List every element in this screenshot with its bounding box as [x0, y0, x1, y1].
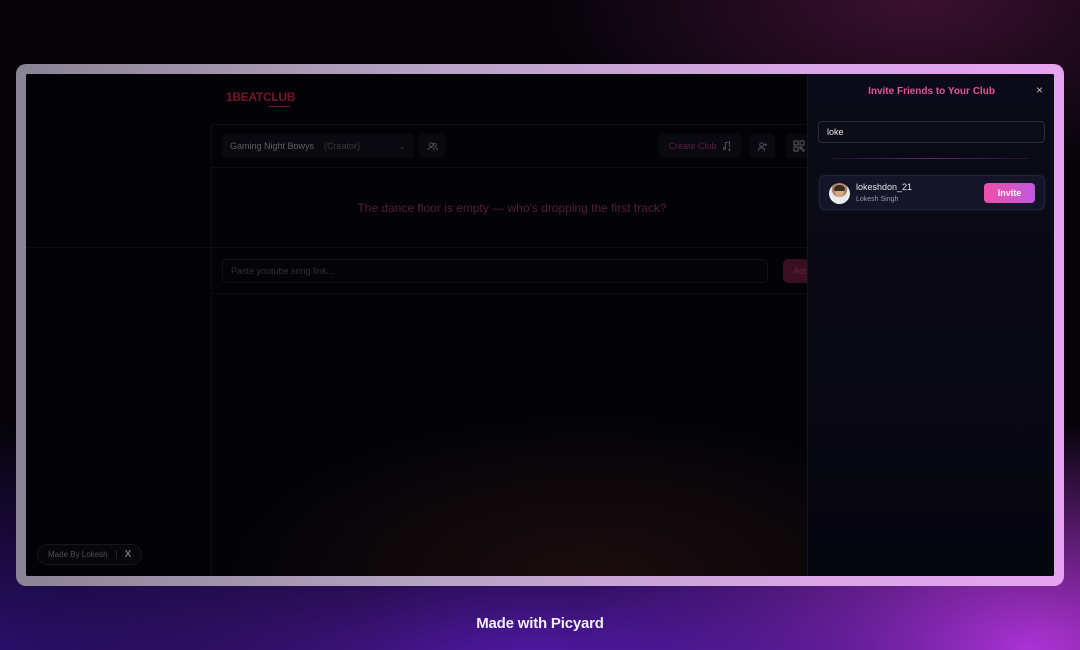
- search-result-item: lokeshdon_21 Lokesh Singh Invite: [819, 175, 1045, 210]
- picyard-watermark: Made with Picyard: [476, 615, 604, 632]
- avatar: [829, 183, 850, 204]
- invite-button[interactable]: Invite: [984, 183, 1035, 203]
- close-icon[interactable]: ×: [1036, 83, 1043, 97]
- avatar-hair: [834, 185, 845, 191]
- panel-title: Invite Friends to Your Club: [868, 86, 995, 97]
- result-username: lokeshdon_21: [856, 182, 913, 192]
- result-full-name: Lokesh Singh: [856, 196, 899, 203]
- friend-search-input[interactable]: loke: [818, 121, 1045, 143]
- window-frame: 1BEATCLUB Gaming Night Bowys (Creator) ⌄…: [16, 64, 1064, 586]
- invite-friends-panel: Invite Friends to Your Club × loke lokes…: [807, 74, 1054, 576]
- app-screen: 1BEATCLUB Gaming Night Bowys (Creator) ⌄…: [26, 74, 1054, 576]
- search-divider: [832, 158, 1030, 159]
